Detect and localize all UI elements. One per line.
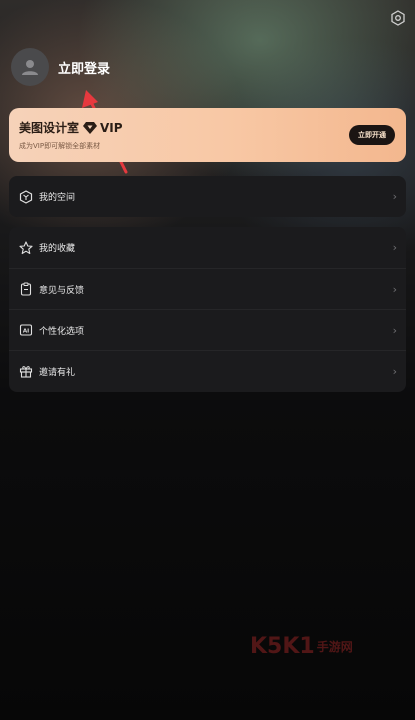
menu-item-label: 我的收藏 xyxy=(39,244,76,254)
menu-item-my-space[interactable]: 我的空间 › xyxy=(9,176,406,217)
clipboard-icon xyxy=(20,282,32,296)
menu-item-label: 意见与反馈 xyxy=(39,285,85,296)
chevron-right-icon: › xyxy=(392,282,397,296)
avatar[interactable] xyxy=(11,48,49,86)
menu-item-personalization[interactable]: AI 个性化选项 › xyxy=(9,309,406,350)
vip-title-row: 美图设计室 VIP xyxy=(19,119,123,136)
diamond-icon xyxy=(83,121,98,134)
watermark-logo: K5K1 xyxy=(250,634,315,659)
menu-item-label: 邀请有礼 xyxy=(39,367,76,378)
hexagon-space-icon xyxy=(19,189,33,204)
activate-vip-button[interactable]: 立即开通 xyxy=(349,125,395,145)
menu-item-label: 个性化选项 xyxy=(39,326,85,337)
vip-subtitle: 成为VIP即可解锁全部素材 xyxy=(19,142,101,150)
star-icon xyxy=(19,240,33,254)
chevron-right-icon: › xyxy=(392,323,397,337)
settings-icon[interactable] xyxy=(390,10,406,26)
login-area[interactable]: 立即登录 xyxy=(11,48,110,86)
svg-text:AI: AI xyxy=(23,329,29,335)
watermark: K5K1 手游网 xyxy=(250,634,353,659)
watermark-text: 手游网 xyxy=(316,640,353,654)
chevron-right-icon: › xyxy=(392,364,397,378)
menu-item-label: 我的空间 xyxy=(39,193,76,203)
chevron-right-icon: › xyxy=(392,190,397,203)
menu-item-favorites[interactable]: 我的收藏 › xyxy=(9,227,406,268)
chevron-right-icon: › xyxy=(392,241,397,254)
ai-icon: AI xyxy=(19,324,33,336)
login-link[interactable]: 立即登录 xyxy=(58,58,110,77)
menu-panel-space: 我的空间 › xyxy=(9,176,406,217)
vip-banner[interactable]: 美图设计室 VIP 成为VIP即可解锁全部素材 立即开通 xyxy=(9,108,406,162)
vip-tag: VIP xyxy=(100,120,123,135)
menu-item-feedback[interactable]: 意见与反馈 › xyxy=(9,268,406,309)
gift-icon xyxy=(19,366,33,378)
menu-panel-main: 我的收藏 › 意见与反馈 › AI 个性化选项 › 邀请有礼 › xyxy=(9,227,406,392)
user-icon xyxy=(22,60,38,75)
vip-brand-title: 美图设计室 xyxy=(19,121,80,135)
menu-item-invite[interactable]: 邀请有礼 › xyxy=(9,350,406,391)
